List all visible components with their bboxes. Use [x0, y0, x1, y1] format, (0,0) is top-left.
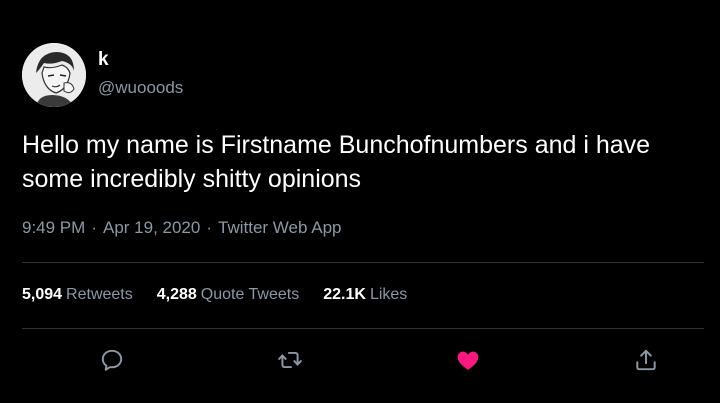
- divider: [22, 328, 704, 329]
- action-bar: [0, 340, 720, 380]
- quote-tweets-stat[interactable]: 4,288 Quote Tweets: [157, 286, 299, 304]
- like-button[interactable]: [452, 344, 484, 376]
- meta-separator: ·: [91, 218, 97, 237]
- reply-button[interactable]: [96, 344, 128, 376]
- retweets-label: Retweets: [66, 286, 133, 303]
- display-name[interactable]: k: [98, 49, 109, 71]
- divider: [22, 262, 704, 263]
- likes-count: 22.1K: [323, 286, 366, 303]
- share-icon: [636, 349, 656, 371]
- tweet-detail: k @wuooods Hello my name is Firstname Bu…: [0, 0, 720, 403]
- reply-icon: [101, 349, 123, 371]
- share-button[interactable]: [630, 344, 662, 376]
- tweet-date[interactable]: Apr 19, 2020: [103, 218, 200, 238]
- quote-tweets-count: 4,288: [156, 286, 197, 303]
- meta-separator: ·: [206, 218, 213, 237]
- user-handle[interactable]: @wuooods: [98, 78, 183, 98]
- tweet-text: Hello my name is Firstname Bunchofnumber…: [22, 131, 651, 193]
- retweet-button[interactable]: [274, 344, 306, 376]
- tweet-source[interactable]: Twitter Web App: [218, 218, 341, 238]
- heart-icon: [457, 351, 479, 370]
- avatar-illustration: [22, 43, 86, 107]
- tweet-meta: 9:49 PM · Apr 19, 2020 · Twitter Web App: [22, 218, 341, 238]
- avatar[interactable]: [22, 43, 86, 107]
- likes-label: Likes: [369, 286, 408, 303]
- retweet-icon: [278, 351, 302, 369]
- retweets-stat[interactable]: 5,094 Retweets: [22, 286, 133, 304]
- likes-stat[interactable]: 22.1K Likes: [323, 286, 407, 304]
- retweets-count: 5,094: [22, 286, 63, 303]
- tweet-time[interactable]: 9:49 PM: [22, 218, 85, 238]
- tweet-stats: 5,094 Retweets 4,288 Quote Tweets 22.1K Likes: [22, 286, 431, 304]
- quote-tweets-label: Quote Tweets: [200, 286, 300, 303]
